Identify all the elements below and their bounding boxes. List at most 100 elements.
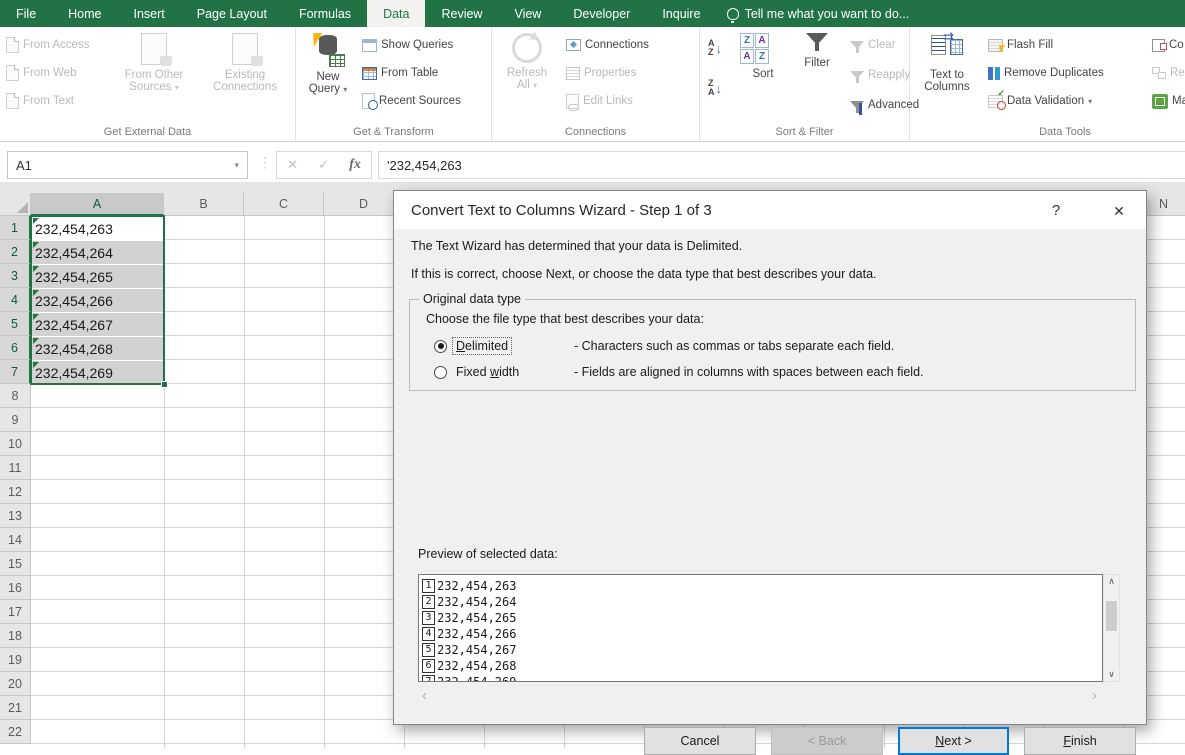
row-header-2[interactable]: 2	[0, 240, 31, 264]
fixed-width-radio-label[interactable]: Fixed width	[453, 364, 522, 380]
properties-button[interactable]: Properties	[562, 61, 649, 85]
cell-a5[interactable]: 232,454,267	[32, 313, 164, 337]
from-other-sources-button[interactable]: From Other Sources ▾	[116, 31, 192, 93]
row-header-4[interactable]: 4	[0, 288, 31, 312]
next-button[interactable]: Next >	[898, 727, 1009, 755]
name-box-dropdown-icon[interactable]: ▾	[234, 160, 239, 171]
row-header-20[interactable]: 20	[0, 672, 31, 696]
row-header-6[interactable]: 6	[0, 336, 31, 360]
cancel-entry-icon[interactable]: ✕	[287, 157, 298, 173]
dialog-help-button[interactable]: ?	[1044, 199, 1068, 223]
delimited-radio-button[interactable]	[434, 339, 447, 353]
remove-duplicates-button[interactable]: Remove Duplicates	[984, 61, 1104, 85]
scroll-up-icon[interactable]: ∧	[1104, 576, 1119, 587]
formula-input[interactable]: '232,454,263	[378, 151, 1185, 179]
sort-descending-button[interactable]: ZA ↓	[708, 79, 722, 97]
from-table-button[interactable]: From Table	[358, 61, 461, 85]
advanced-filter-button[interactable]: Advanced	[846, 93, 919, 117]
row-header-14[interactable]: 14	[0, 528, 31, 552]
column-header-b[interactable]: B	[164, 193, 244, 216]
row-header-19[interactable]: 19	[0, 648, 31, 672]
scrollbar-thumb[interactable]	[1106, 601, 1117, 631]
refresh-all-button[interactable]: Refresh All ▾	[498, 31, 556, 91]
cancel-button[interactable]: Cancel	[644, 727, 756, 755]
cell-a1[interactable]: 232,454,263	[32, 217, 164, 241]
flash-fill-button[interactable]: Flash Fill	[984, 33, 1104, 57]
row-header-13[interactable]: 13	[0, 504, 31, 528]
row-header-9[interactable]: 9	[0, 408, 31, 432]
back-button[interactable]: < Back	[771, 727, 883, 755]
cell-a6[interactable]: 232,454,268	[32, 337, 164, 361]
clear-filter-button[interactable]: Clear	[846, 33, 919, 57]
manage-data-model-button[interactable]: Ma	[1148, 89, 1185, 113]
tab-insert[interactable]: Insert	[118, 0, 181, 27]
text-to-columns-button[interactable]: ⇉ Text to Columns	[918, 29, 976, 93]
data-preview-box[interactable]: 1 232,454,263 2 232,454,264 3 232,454,265 4…	[418, 574, 1103, 682]
tab-developer[interactable]: Developer	[557, 0, 646, 27]
data-validation-button[interactable]: Data Validation ▾	[984, 88, 1104, 113]
scroll-down-icon[interactable]: ∨	[1104, 669, 1119, 680]
column-header-d[interactable]: D	[324, 193, 404, 216]
new-query-button[interactable]: New Query ▾	[302, 31, 354, 95]
connections-button[interactable]: Connections	[562, 33, 649, 57]
fixed-width-radio-button[interactable]	[434, 365, 447, 379]
scroll-left-icon[interactable]: ‹	[422, 687, 427, 704]
filter-button[interactable]: Filter	[794, 31, 840, 69]
from-access-button[interactable]: From Access	[2, 33, 89, 57]
tab-page-layout[interactable]: Page Layout	[181, 0, 283, 27]
row-header-10[interactable]: 10	[0, 432, 31, 456]
cell-a3[interactable]: 232,454,265	[32, 265, 164, 289]
row-header-16[interactable]: 16	[0, 576, 31, 600]
from-web-button[interactable]: From Web	[2, 61, 89, 85]
sort-ascending-button[interactable]: AZ ↓	[708, 39, 722, 57]
show-queries-button[interactable]: Show Queries	[358, 33, 461, 57]
row-header-21[interactable]: 21	[0, 696, 31, 720]
tab-home[interactable]: Home	[52, 0, 117, 27]
edit-links-button[interactable]: Edit Links	[562, 89, 649, 113]
reapply-filter-button[interactable]: Reapply	[846, 63, 919, 87]
tab-formulas[interactable]: Formulas	[283, 0, 367, 27]
insert-function-icon[interactable]: fx	[349, 157, 361, 173]
cell-a4[interactable]: 232,454,266	[32, 289, 164, 313]
finish-button[interactable]: Finish	[1024, 727, 1136, 755]
tab-review[interactable]: Review	[425, 0, 498, 27]
preview-vertical-scrollbar[interactable]: ∧ ∨	[1103, 574, 1120, 682]
scroll-right-icon[interactable]: ›	[1092, 687, 1097, 704]
confirm-entry-icon[interactable]: ✓	[318, 157, 329, 173]
dialog-title-bar[interactable]: Convert Text to Columns Wizard - Step 1 …	[394, 191, 1146, 229]
consolidate-button[interactable]: Co	[1148, 33, 1185, 57]
fill-handle[interactable]	[161, 381, 168, 388]
sort-button[interactable]: Z A A Z Sort	[740, 31, 786, 80]
cell-a7[interactable]: 232,454,269	[32, 361, 164, 385]
row-header-7[interactable]: 7	[0, 360, 31, 384]
tab-view[interactable]: View	[498, 0, 557, 27]
recent-sources-button[interactable]: Recent Sources	[358, 89, 461, 113]
dialog-close-button[interactable]: ✕	[1106, 199, 1132, 223]
existing-connections-button[interactable]: Existing Connections	[200, 31, 290, 93]
row-header-11[interactable]: 11	[0, 456, 31, 480]
relationships-button[interactable]: Rel	[1148, 61, 1185, 85]
tab-file[interactable]: File	[0, 0, 52, 27]
flash-fill-icon	[988, 38, 1003, 52]
row-header-17[interactable]: 17	[0, 600, 31, 624]
tab-inquire[interactable]: Inquire	[646, 0, 716, 27]
row-header-18[interactable]: 18	[0, 624, 31, 648]
cell-a2[interactable]: 232,454,264	[32, 241, 164, 265]
from-text-button[interactable]: From Text	[2, 89, 89, 113]
tell-me-box[interactable]: Tell me what you want to do...	[717, 0, 920, 27]
tab-data[interactable]: Data	[367, 0, 426, 27]
select-all-button[interactable]	[0, 193, 31, 216]
delimited-radio-label[interactable]: Delimited	[451, 337, 513, 355]
row-header-1[interactable]: 1	[0, 216, 31, 240]
row-header-5[interactable]: 5	[0, 312, 31, 336]
row-header-3[interactable]: 3	[0, 264, 31, 288]
column-header-a[interactable]: A	[31, 193, 164, 216]
row-header-8[interactable]: 8	[0, 384, 31, 408]
column-header-c[interactable]: C	[244, 193, 324, 216]
row-header-22[interactable]: 22	[0, 720, 31, 744]
lightbulb-icon	[726, 7, 739, 23]
row-header-12[interactable]: 12	[0, 480, 31, 504]
fixed-width-description: - Fields are aligned in columns with spa…	[574, 365, 924, 379]
row-header-15[interactable]: 15	[0, 552, 31, 576]
name-box[interactable]: A1 ▾	[7, 151, 248, 179]
